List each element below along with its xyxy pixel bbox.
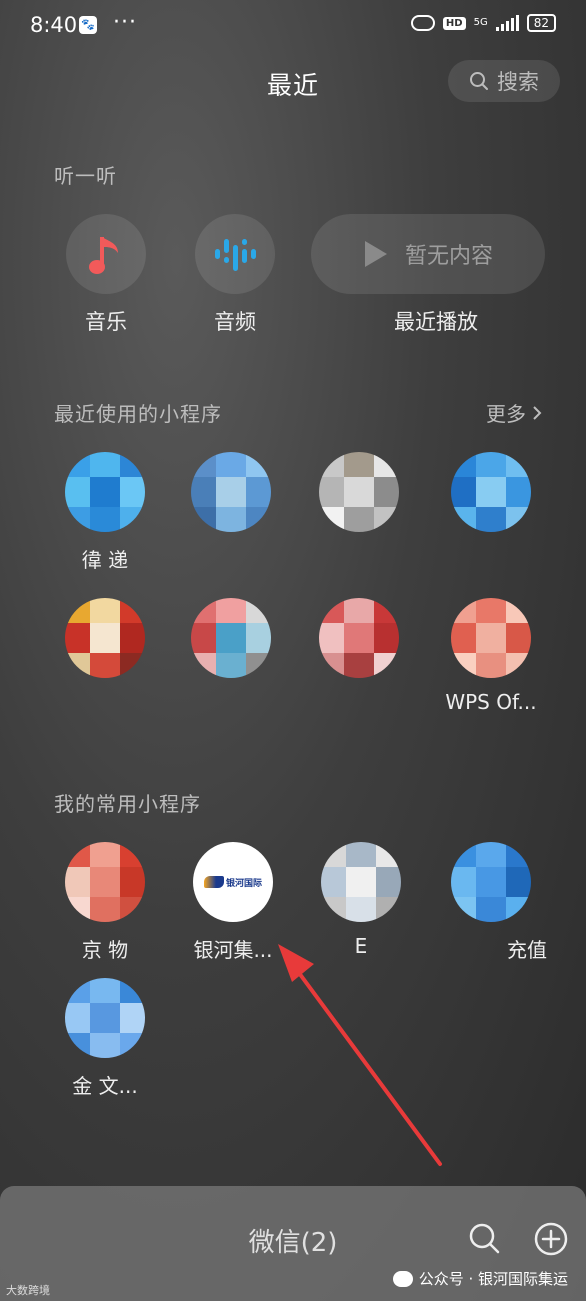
network-type: 5G [473, 17, 488, 28]
recent-mini-app-2[interactable] [171, 452, 291, 544]
more-link[interactable]: 更多 [486, 398, 542, 427]
annotation-arrow [278, 944, 442, 1166]
app-label: 京 物 [81, 938, 129, 962]
frequent-mini-app-1[interactable]: 京 物 [45, 842, 165, 963]
app-icon-blurred [65, 452, 145, 532]
galaxy-logo-icon: 银河国际 [193, 842, 273, 922]
watermark-left: 大数跨境 [6, 1284, 50, 1297]
watermark-right-text: 公众号 · 银河国际集运 [418, 1270, 568, 1288]
recent-play-label: 最近播放 [394, 310, 478, 334]
audio-label: 音频 [214, 310, 256, 334]
signal-icon [495, 15, 519, 31]
recent-play-status: 暂无内容 [404, 244, 493, 269]
app-label: 金 文... [72, 1074, 138, 1098]
app-icon-blurred [65, 598, 145, 678]
recent-mini-app-6[interactable] [171, 598, 291, 690]
app-icon-blurred [65, 842, 145, 922]
music-label: 音乐 [85, 310, 127, 334]
chevron-right-icon [533, 405, 542, 420]
add-circle-icon[interactable] [534, 1222, 568, 1256]
frequent-mini-app-3[interactable]: E [301, 842, 421, 958]
app-icon-blurred [191, 452, 271, 532]
audio-item[interactable]: 音频 [195, 214, 275, 336]
frequent-mini-app-5[interactable]: 金 文... [45, 978, 165, 1099]
listen-section-title: 听一听 [54, 164, 117, 188]
baidu-app-icon: 🐾 [79, 16, 97, 34]
more-label: 更多 [486, 402, 526, 426]
play-icon [364, 241, 387, 267]
music-note-icon [89, 237, 118, 274]
battery-indicator: 82 [526, 14, 556, 32]
recent-mini-app-1[interactable]: 徫 递 [45, 452, 165, 573]
watermark-right: 公众号 · 银河国际集运 [392, 1268, 568, 1289]
search-label: 搜索 [497, 70, 539, 94]
search-icon [470, 72, 488, 90]
app-icon-blurred [319, 598, 399, 678]
app-icon-blurred [319, 452, 399, 532]
app-icon-blurred [451, 452, 531, 532]
recent-mini-app-3[interactable] [299, 452, 419, 544]
notification-dots: ··· [113, 10, 137, 35]
link-icon [410, 15, 435, 31]
wechat-official-icon [392, 1270, 413, 1287]
app-icon-blurred [451, 598, 531, 678]
status-time: 8:40 [30, 13, 78, 37]
recent-mini-app-4[interactable] [431, 452, 551, 544]
audio-waveform-icon [215, 239, 256, 271]
recent-mini-app-7[interactable] [299, 598, 419, 690]
recent-play-card[interactable]: 暂无内容 [311, 214, 545, 294]
app-icon-blurred [451, 842, 531, 922]
app-icon-blurred [65, 978, 145, 1058]
status-bar: 8:40 🐾 ··· HD 5G 82 [0, 0, 586, 56]
recent-mini-app-5[interactable] [45, 598, 165, 690]
app-icon-blurred [191, 598, 271, 678]
frequent-mini-section-title: 我的常用小程序 [54, 792, 201, 816]
hd-badge: HD [442, 16, 466, 30]
recent-mini-section-title: 最近使用的小程序 [54, 402, 222, 426]
recent-mini-app-wps[interactable]: WPS Of... [431, 598, 551, 714]
search-icon[interactable] [468, 1222, 500, 1254]
app-label: 徫 递 [81, 548, 129, 572]
search-button[interactable]: 搜索 [448, 60, 560, 102]
music-item[interactable]: 音乐 [66, 214, 146, 336]
app-label: WPS Of... [445, 690, 537, 714]
status-icons: HD 5G 82 [410, 14, 556, 32]
app-icon-blurred [321, 842, 401, 922]
